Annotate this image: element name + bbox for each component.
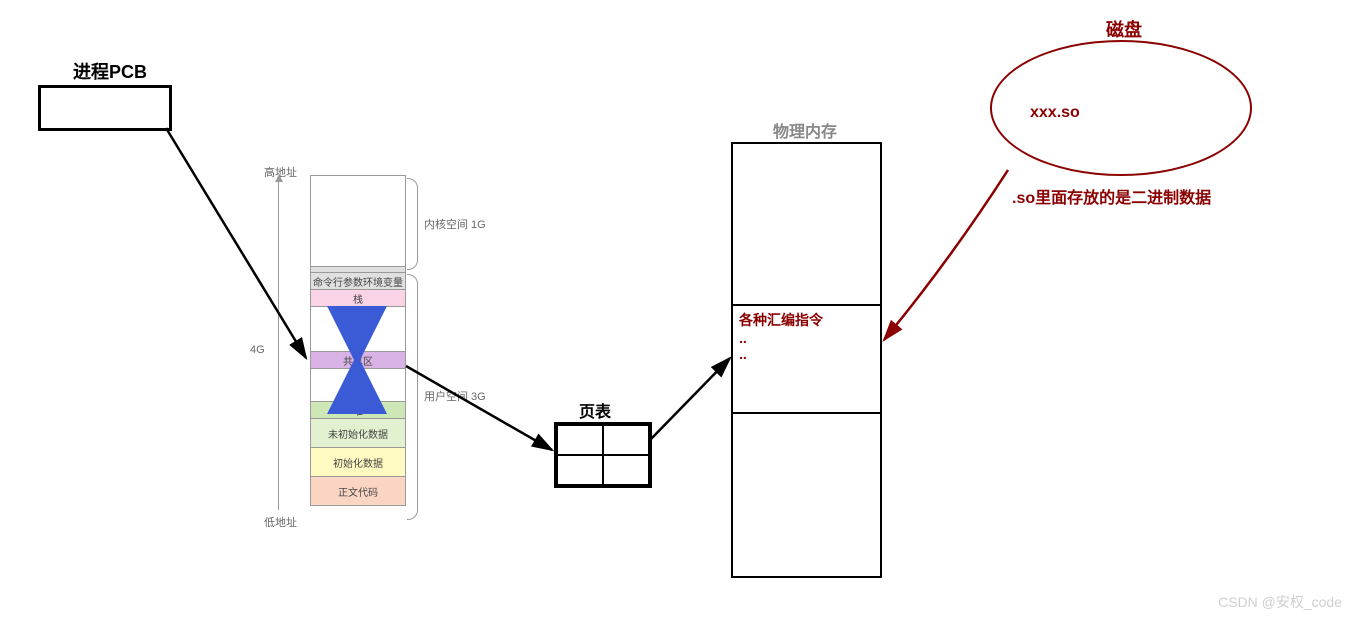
watermark: CSDN @安权_code (1218, 592, 1342, 612)
user-brace-label: 用户空间 3G (424, 388, 486, 404)
phys-mem-line1: 各种汇编指令 (739, 310, 874, 330)
low-address-label: 低地址 (264, 514, 297, 530)
page-table-cell (557, 425, 603, 455)
phys-mem-title: 物理内存 (773, 118, 837, 142)
cmdline-env-region: 命令行参数环境变量 (311, 272, 405, 289)
text-region: 正文代码 (311, 476, 405, 505)
data-region: 初始化数据 (311, 447, 405, 476)
stack-gap-region (311, 306, 405, 351)
disk-note: .so里面存放的是二进制数据 (1012, 184, 1211, 208)
arrow-mem-to-pagetable (406, 366, 552, 450)
stack-region: 栈 (311, 289, 405, 306)
phys-mem-region-mid: 各种汇编指令 .. .. (733, 306, 880, 414)
heap-region: 堆 (311, 401, 405, 418)
pcb-title: 进程PCB (73, 58, 147, 84)
address-axis-arrow (278, 180, 279, 510)
phys-mem-region-top (733, 144, 880, 306)
page-table-cell (603, 455, 649, 485)
shared-region: 共享区 (311, 351, 405, 368)
heap-gap-region (311, 368, 405, 401)
kernel-space-region (311, 176, 405, 266)
kernel-brace (407, 178, 418, 270)
arrow-pcb-to-mem (166, 128, 306, 358)
physical-memory-box: 各种汇编指令 .. .. (731, 142, 882, 578)
user-brace (407, 274, 418, 520)
total-size-label: 4G (250, 344, 265, 356)
high-address-label: 高地址 (264, 164, 297, 180)
arrow-pagetable-to-physmem (650, 358, 730, 440)
arrow-disk-to-physmem (884, 170, 1008, 340)
phys-mem-region-bot (733, 414, 880, 576)
disk-file-label: xxx.so (1030, 104, 1080, 122)
phys-mem-line3: .. (739, 346, 874, 362)
page-table-grid (554, 422, 652, 488)
bss-region: 未初始化数据 (311, 418, 405, 447)
kernel-brace-label: 内核空间 1G (424, 216, 486, 232)
phys-mem-line2: .. (739, 330, 874, 346)
page-table-cell (557, 455, 603, 485)
disk-title: 磁盘 (1106, 16, 1142, 42)
virtual-memory-layout: 命令行参数环境变量 栈 共享区 堆 未初始化数据 初始化数据 正文代码 (310, 175, 406, 506)
page-table-title: 页表 (579, 398, 611, 422)
pcb-box (38, 85, 172, 131)
page-table-cell (603, 425, 649, 455)
